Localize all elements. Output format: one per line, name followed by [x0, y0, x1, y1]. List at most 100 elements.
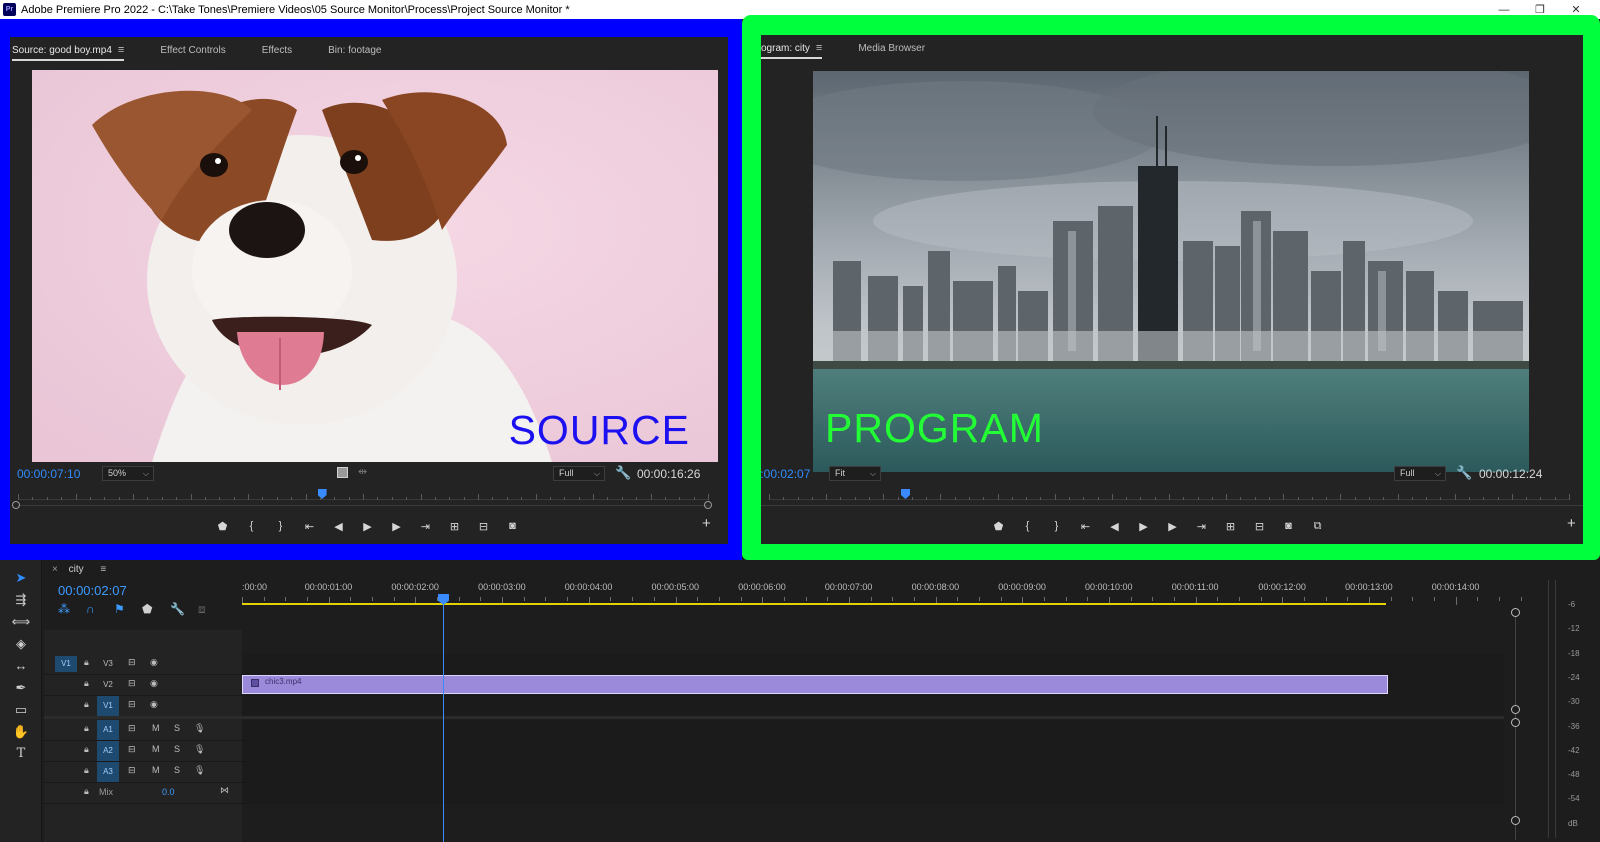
button-editor-plus-icon[interactable]: +	[702, 515, 711, 532]
source-scroll-handle-right[interactable]	[704, 501, 712, 509]
program-playhead[interactable]	[901, 489, 910, 499]
mute-button[interactable]: M	[152, 723, 160, 733]
export-frame-icon[interactable]: ◙	[498, 520, 527, 532]
scroll-handle-mid[interactable]	[1511, 705, 1520, 714]
step-back-icon[interactable]: ◀	[324, 520, 353, 533]
track-target-v2[interactable]: V2	[97, 675, 119, 695]
slip-tool-icon[interactable]: ↔	[10, 656, 32, 676]
eye-icon[interactable]: ◉	[150, 657, 158, 668]
drag-audio-icon[interactable]: ⇹	[358, 465, 367, 478]
mark-out-icon[interactable]: }	[266, 520, 295, 532]
solo-button[interactable]: S	[174, 765, 180, 775]
captions-icon[interactable]: ⧈	[198, 602, 226, 617]
program-zoom-select[interactable]: Fit ⌵	[829, 466, 881, 481]
solo-button[interactable]: S	[174, 744, 180, 754]
track-target-v3[interactable]: V3	[97, 654, 119, 674]
track-target-a3[interactable]: A3	[97, 762, 119, 782]
mix-value[interactable]: 0.0	[162, 787, 175, 797]
step-back-icon[interactable]: ◀	[1100, 520, 1129, 533]
add-marker-icon[interactable]: ⬟	[208, 520, 237, 533]
mark-in-icon[interactable]: {	[237, 520, 266, 532]
lock-icon[interactable]: 🔒︎	[84, 765, 89, 776]
sync-lock-icon[interactable]: ⊟	[128, 744, 136, 755]
tab-source[interactable]: Source: good boy.mp4 ≡	[12, 37, 125, 63]
lock-icon[interactable]: 🔒︎	[84, 657, 89, 668]
go-to-out-icon[interactable]: ⇥	[1187, 520, 1216, 533]
razor-tool-icon[interactable]: ◈	[10, 634, 32, 654]
solo-button[interactable]: S	[174, 723, 180, 733]
tab-media-browser[interactable]: Media Browser	[858, 35, 925, 61]
linked-selection-icon[interactable]: ⚑	[114, 602, 142, 617]
settings-wrench-icon[interactable]: 🔧	[1456, 465, 1472, 481]
eye-icon[interactable]: ◉	[150, 699, 158, 710]
snap-icon[interactable]: ∩	[86, 602, 114, 617]
timeline-playhead-line[interactable]	[443, 604, 444, 842]
scroll-handle-bottom[interactable]	[1511, 816, 1520, 825]
play-icon[interactable]: ▶	[353, 520, 382, 533]
track-lane-v3[interactable]	[242, 654, 1504, 674]
insert-icon[interactable]: ⊞	[440, 520, 469, 533]
add-marker-icon[interactable]: ⬟	[984, 520, 1013, 533]
source-video-frame[interactable]: SOURCE	[32, 70, 718, 462]
source-scroll-handle-left[interactable]	[12, 501, 20, 509]
timeline-timecode[interactable]: 00:00:02:07	[58, 583, 127, 598]
insert-overlay-icon[interactable]	[337, 467, 348, 478]
sync-lock-icon[interactable]: ⊟	[128, 678, 136, 689]
tab-bin-footage[interactable]: Bin: footage	[328, 37, 381, 63]
mute-button[interactable]: M	[152, 744, 160, 754]
source-zoom-select[interactable]: 50% ⌵	[102, 466, 154, 481]
program-resolution-select[interactable]: Full ⌵	[1394, 466, 1446, 481]
timeline-clip[interactable]: chic3.mp4	[242, 675, 1388, 694]
source-patch-v1[interactable]: V1	[55, 656, 77, 672]
panel-menu-icon[interactable]: ≡	[100, 564, 106, 575]
source-resolution-select[interactable]: Full ⌵	[553, 466, 605, 481]
lock-icon[interactable]: 🔒︎	[84, 723, 89, 734]
source-zoom-scrollbar[interactable]	[18, 505, 710, 513]
hand-tool-icon[interactable]: ✋	[10, 722, 32, 742]
track-lane-a1[interactable]	[242, 720, 1504, 740]
ripple-edit-tool-icon[interactable]: ⟺	[10, 612, 32, 632]
tab-effect-controls[interactable]: Effect Controls	[160, 37, 225, 63]
comparison-view-icon[interactable]: ⧉	[1303, 520, 1332, 533]
program-time-ruler[interactable]	[769, 486, 1570, 500]
play-icon[interactable]: ▶	[1129, 520, 1158, 533]
scroll-handle-mid2[interactable]	[1511, 718, 1520, 727]
tab-program[interactable]: ogram: city ≡	[761, 35, 823, 61]
source-timecode[interactable]: 00:00:07:10	[17, 467, 80, 481]
step-forward-icon[interactable]: ▶	[382, 520, 411, 533]
track-lane-a2[interactable]	[242, 741, 1504, 761]
sync-lock-icon[interactable]: ⊟	[128, 723, 136, 734]
type-tool-icon[interactable]: T	[10, 744, 32, 764]
go-to-out-icon[interactable]: ⇥	[411, 520, 440, 533]
overwrite-icon[interactable]: ⊟	[469, 520, 498, 533]
add-marker-icon[interactable]: ⬟	[142, 602, 170, 617]
go-to-in-icon[interactable]: ⇤	[295, 520, 324, 533]
settings-wrench-icon[interactable]: 🔧	[615, 465, 631, 481]
export-frame-icon[interactable]: ◙	[1274, 520, 1303, 532]
eye-icon[interactable]: ◉	[150, 678, 158, 689]
sequence-tab[interactable]: × city ≡	[52, 564, 106, 575]
track-target-v1[interactable]: V1	[97, 696, 119, 716]
track-lane-a3[interactable]	[242, 762, 1504, 782]
mark-out-icon[interactable]: }	[1042, 520, 1071, 532]
close-sequence-icon[interactable]: ×	[52, 564, 58, 575]
selection-tool-icon[interactable]: ➤	[10, 568, 32, 588]
microphone-icon[interactable]: 🎙︎	[194, 744, 205, 755]
lock-icon[interactable]: 🔒︎	[84, 678, 89, 689]
program-video-frame[interactable]: PROGRAM	[813, 71, 1529, 472]
lock-icon[interactable]: 🔒︎	[84, 786, 89, 797]
extract-icon[interactable]: ⊟	[1245, 520, 1274, 533]
program-zoom-scrollbar[interactable]	[761, 505, 1583, 513]
panel-menu-icon[interactable]: ≡	[118, 44, 124, 56]
nest-sequence-icon[interactable]: ⁂	[58, 602, 86, 617]
pen-tool-icon[interactable]: ✒	[10, 678, 32, 698]
program-timecode[interactable]: 00:00:02:07	[761, 467, 810, 481]
track-select-tool-icon[interactable]: ⇶	[10, 590, 32, 610]
work-area-bar[interactable]	[242, 603, 1386, 605]
track-lane-v1[interactable]	[242, 696, 1504, 716]
timeline-settings-icon[interactable]: 🔧	[170, 602, 198, 617]
go-to-in-icon[interactable]: ⇤	[1071, 520, 1100, 533]
microphone-icon[interactable]: 🎙︎	[194, 723, 205, 734]
rectangle-tool-icon[interactable]: ▭	[10, 700, 32, 720]
lock-icon[interactable]: 🔒︎	[84, 699, 89, 710]
